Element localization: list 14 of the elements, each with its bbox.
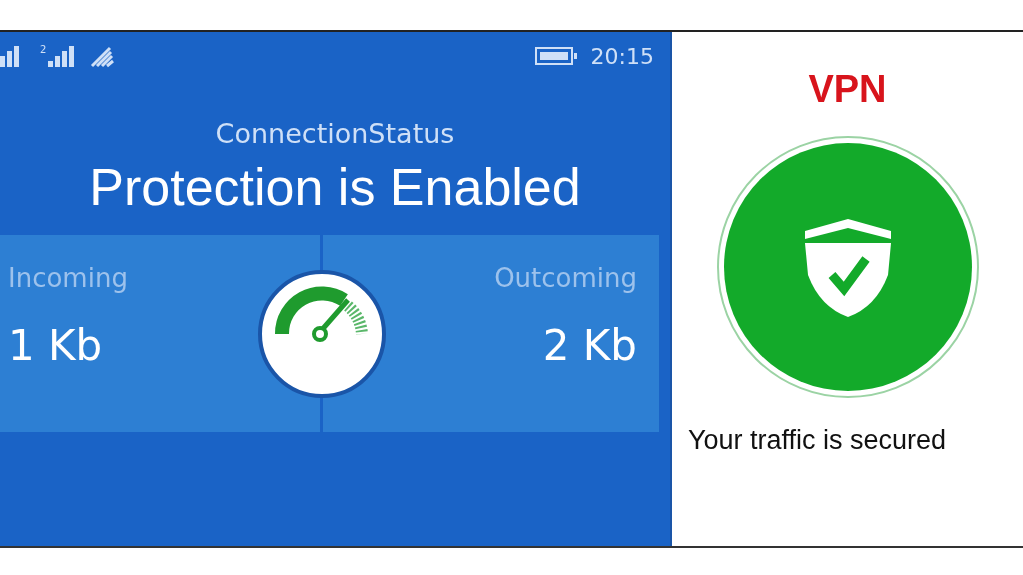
stat-value: 1 Kb xyxy=(8,321,103,370)
protection-headline: Protection is Enabled xyxy=(88,157,582,217)
vpn-title: VPN xyxy=(808,68,887,111)
speedometer-icon xyxy=(258,270,386,398)
connection-title: ConnectionStatus xyxy=(214,118,456,149)
stat-label: Outcoming xyxy=(494,263,637,293)
wifi-icon xyxy=(90,44,117,68)
stat-label: Incoming xyxy=(8,263,128,293)
battery-icon xyxy=(534,46,579,66)
sim-label: 2 xyxy=(40,44,47,55)
status-message: Your traffic is secured xyxy=(688,425,947,456)
status-time: 20:15 xyxy=(590,43,654,69)
shield-check-icon xyxy=(715,135,980,399)
stat-value: 2 Kb xyxy=(542,321,637,370)
